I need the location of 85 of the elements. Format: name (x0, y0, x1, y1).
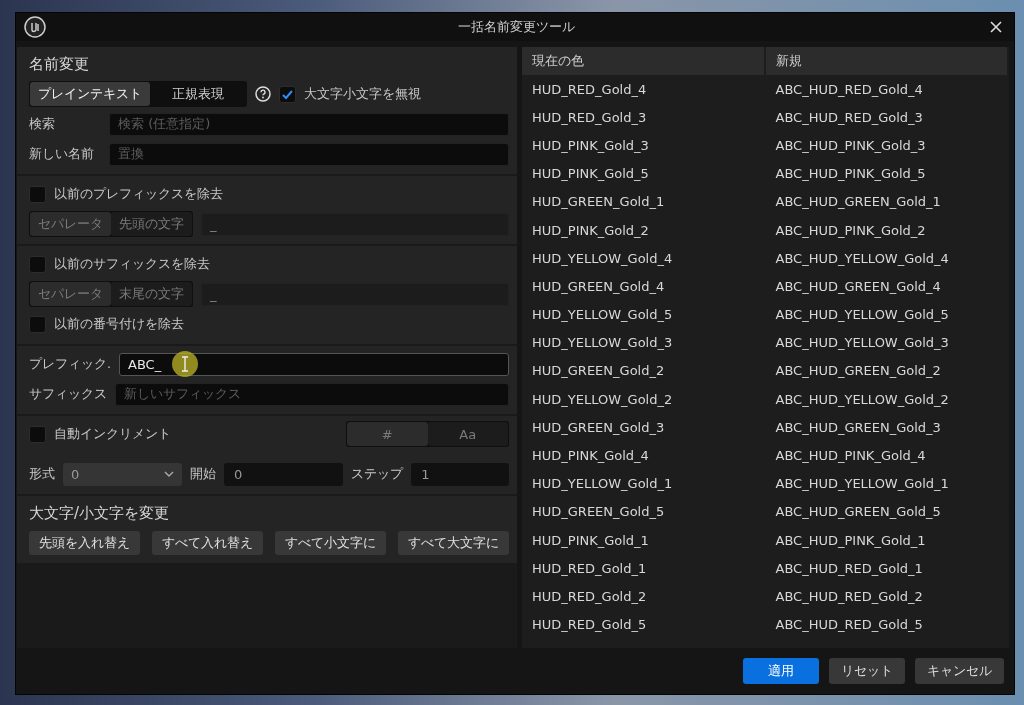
table-cell-text: HUD_GREEN_Gold_3 (531, 419, 666, 435)
table-cell-text: HUD_YELLOW_Gold_4 (531, 250, 674, 266)
case-button[interactable]: すべて小文字に (275, 531, 386, 555)
field-label: サフィックス (29, 385, 107, 403)
table-cell-text: ABC_HUD_PINK_Gold_2 (774, 222, 927, 238)
table-cell-text: ABC_HUD_GREEN_Gold_5 (774, 504, 942, 520)
field-label: プレフィック. (29, 355, 111, 373)
table-cell-text: ABC_HUD_GREEN_Gold_4 (774, 278, 942, 294)
mode-toggle[interactable]: Aa (427, 422, 508, 446)
mode-toggle[interactable]: セパレータ (30, 212, 111, 236)
column-header[interactable]: 現在の色 (522, 47, 766, 75)
section-title: 名前変更 (29, 54, 90, 75)
table-cell-text: HUD_YELLOW_Gold_5 (531, 307, 674, 323)
column-header[interactable]: 新規 (765, 47, 1009, 75)
table-cell-text: HUD_RED_Gold_1 (531, 560, 648, 576)
input-field[interactable]: 1 (411, 462, 509, 486)
table-cell-text: ABC_HUD_GREEN_Gold_1 (774, 194, 942, 210)
input-field[interactable]: ABC_ (119, 352, 509, 376)
table-cell-text: HUD_YELLOW_Gold_3 (531, 335, 674, 351)
table-cell-text: ABC_HUD_GREEN_Gold_2 (774, 363, 942, 379)
table-cell-text: HUD_RED_Gold_4 (531, 81, 648, 97)
case-button[interactable]: 先頭を入れ替え (29, 531, 140, 555)
table-cell-text: ABC_HUD_GREEN_Gold_3 (774, 419, 942, 435)
mode-toggle[interactable]: 末尾の文字 (111, 282, 192, 306)
section-title: 大文字/小文字を変更 (29, 503, 171, 524)
checkbox-label: 以前のサフィックスを除去 (54, 255, 210, 273)
window-title: 一括名前変更ツール (456, 18, 576, 36)
field-label: ステップ (351, 465, 404, 483)
mode-toggle[interactable]: プレインテキスト (30, 82, 150, 106)
checkbox[interactable] (29, 185, 46, 203)
table-cell-text: HUD_PINK_Gold_1 (531, 532, 650, 548)
table-cell-text: HUD_GREEN_Gold_1 (531, 194, 666, 210)
footer-button[interactable]: 適用 (743, 658, 819, 684)
table-cell-text: ABC_HUD_YELLOW_Gold_1 (774, 476, 950, 492)
mode-toggle[interactable]: セパレータ (30, 282, 111, 306)
checkbox[interactable] (29, 425, 46, 443)
table-cell-text: HUD_PINK_Gold_5 (531, 166, 650, 182)
field-label: 新しい名前 (29, 145, 95, 163)
help-icon[interactable] (255, 86, 271, 102)
case-button[interactable]: すべて入れ替え (152, 531, 263, 555)
checkbox-label: 以前のプレフィックスを除去 (54, 185, 223, 203)
table-cell-text: ABC_HUD_PINK_Gold_3 (774, 137, 927, 153)
checkbox-label: 自動インクリメント (54, 425, 171, 443)
table-cell-text: HUD_YELLOW_Gold_1 (531, 476, 674, 492)
mode-toggle[interactable]: 先頭の文字 (111, 212, 192, 236)
table-cell-text: HUD_PINK_Gold_2 (531, 222, 650, 238)
table-cell-text: HUD_RED_Gold_3 (531, 109, 648, 125)
field-label: 形式 (29, 465, 55, 483)
checkbox[interactable] (279, 85, 296, 103)
format-dropdown[interactable]: 0 (63, 462, 183, 486)
table-cell-text: HUD_RED_Gold_5 (531, 617, 648, 633)
table-cell-text: ABC_HUD_PINK_Gold_1 (774, 532, 927, 548)
table-cell-text: ABC_HUD_YELLOW_Gold_3 (774, 335, 950, 351)
table-cell-text: ABC_HUD_RED_Gold_3 (774, 109, 924, 125)
checkbox-label: 大文字小文字を無視 (304, 85, 421, 103)
table-cell-text: ABC_HUD_RED_Gold_5 (774, 617, 924, 633)
table-cell-text: HUD_GREEN_Gold_4 (531, 278, 666, 294)
input-field[interactable]: _ (201, 212, 509, 236)
table-cell-text: HUD_RED_Gold_2 (531, 588, 648, 604)
field-label: 検索 (29, 115, 56, 133)
field-label: 開始 (190, 465, 217, 483)
input-field[interactable]: 0 (224, 462, 344, 486)
case-button[interactable]: すべて大文字に (398, 531, 509, 555)
input-field[interactable]: _ (201, 282, 509, 306)
table-cell-text: ABC_HUD_YELLOW_Gold_5 (774, 307, 950, 323)
table-cell-text: HUD_YELLOW_Gold_2 (531, 391, 674, 407)
table-cell-text: HUD_PINK_Gold_4 (531, 448, 650, 464)
table-cell-text: HUD_PINK_Gold_3 (531, 137, 650, 153)
text-cursor-icon (172, 350, 198, 377)
logo-icon (24, 16, 46, 38)
table-cell-text: ABC_HUD_RED_Gold_1 (774, 560, 924, 576)
checkbox[interactable] (29, 315, 46, 333)
footer-button[interactable]: リセット (829, 658, 905, 684)
checkbox-label: 以前の番号付けを除去 (54, 315, 184, 333)
footer-button[interactable]: キャンセル (915, 658, 1004, 684)
table-cell-text: ABC_HUD_YELLOW_Gold_2 (774, 391, 950, 407)
checkbox[interactable] (29, 255, 46, 273)
table-cell-text: ABC_HUD_RED_Gold_4 (774, 81, 924, 97)
table-cell-text: ABC_HUD_RED_Gold_2 (774, 588, 924, 604)
table-cell-text: ABC_HUD_PINK_Gold_5 (774, 166, 927, 182)
table-cell-text: ABC_HUD_YELLOW_Gold_4 (774, 250, 950, 266)
table-cell-text: ABC_HUD_PINK_Gold_4 (774, 448, 927, 464)
table-cell-text: HUD_GREEN_Gold_2 (531, 363, 666, 379)
table-cell-text: HUD_GREEN_Gold_5 (531, 504, 666, 520)
chevron-down-icon (164, 471, 175, 477)
